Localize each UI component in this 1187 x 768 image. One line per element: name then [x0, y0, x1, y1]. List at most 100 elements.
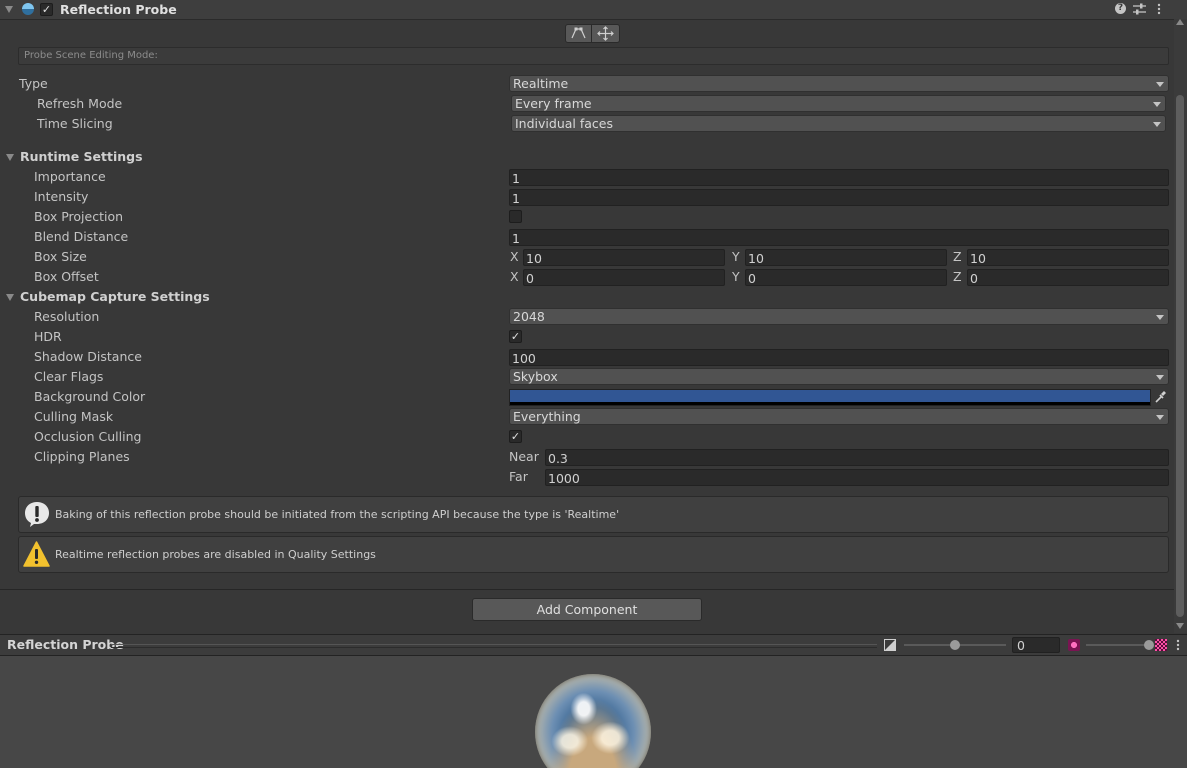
- shadow-distance-label: Shadow Distance: [34, 349, 142, 364]
- preview-header: Reflection Probe 0: [0, 634, 1187, 656]
- cubemap-foldout-arrow-icon[interactable]: [6, 294, 14, 301]
- scrollbar-thumb[interactable]: [1176, 95, 1184, 617]
- box-size-y-field[interactable]: 10: [745, 249, 947, 266]
- component-header: ✓ Reflection Probe ?: [0, 0, 1187, 20]
- divider: [0, 589, 1174, 590]
- preview-drag-line[interactable]: [111, 644, 877, 648]
- clipping-planes-label: Clipping Planes: [34, 449, 130, 464]
- scrollbar[interactable]: [1174, 19, 1187, 633]
- chevron-down-icon: [1156, 375, 1164, 380]
- checkmark-icon: ✓: [41, 3, 52, 16]
- occlusion-culling-checkbox[interactable]: ✓: [509, 430, 522, 443]
- far-field[interactable]: 1000: [545, 469, 1169, 486]
- box-offset-y-field[interactable]: 0: [745, 269, 947, 286]
- box-projection-label: Box Projection: [34, 209, 124, 224]
- box-offset-y-label: Y: [732, 269, 740, 284]
- help-icon[interactable]: ?: [1115, 3, 1126, 14]
- info-icon: [25, 502, 49, 527]
- resolution-value: 2048: [513, 309, 545, 324]
- exposure-slider[interactable]: [904, 639, 1006, 651]
- edit-bounds-button[interactable]: [565, 24, 592, 43]
- box-size-x-label: X: [510, 249, 519, 264]
- exposure-icon[interactable]: [884, 639, 896, 651]
- mip-slider-thumb[interactable]: [1144, 640, 1154, 650]
- blend-distance-label: Blend Distance: [34, 229, 129, 244]
- move-icon: [597, 26, 614, 41]
- info-help-text: Baking of this reflection probe should b…: [55, 508, 620, 521]
- preset-icon[interactable]: [1133, 3, 1146, 15]
- add-component-button[interactable]: Add Component: [472, 598, 702, 621]
- hdr-label: HDR: [34, 329, 62, 344]
- clear-flags-dropdown[interactable]: Skybox: [509, 368, 1169, 385]
- warning-help-text: Realtime reflection probes are disabled …: [55, 548, 376, 561]
- chevron-down-icon: [1156, 315, 1164, 320]
- color-fill: [510, 390, 1150, 402]
- box-size-label: Box Size: [34, 249, 87, 264]
- resolution-dropdown[interactable]: 2048: [509, 308, 1169, 325]
- component-title: Reflection Probe: [60, 2, 177, 17]
- culling-mask-label: Culling Mask: [34, 409, 114, 424]
- type-dropdown[interactable]: Realtime: [509, 75, 1169, 92]
- far-label: Far: [509, 469, 528, 484]
- mip-slider[interactable]: [1086, 639, 1154, 651]
- more-icon[interactable]: [1157, 3, 1161, 15]
- preview-area[interactable]: [0, 656, 1187, 768]
- intensity-field[interactable]: 1: [509, 189, 1169, 206]
- hdr-checkbox[interactable]: ✓: [509, 330, 522, 343]
- resolution-label: Resolution: [34, 309, 100, 324]
- type-value: Realtime: [513, 76, 569, 91]
- reflection-probe-icon: [22, 3, 34, 15]
- box-size-z-field[interactable]: 10: [967, 249, 1169, 266]
- occlusion-culling-label: Occlusion Culling: [34, 429, 142, 444]
- chevron-down-icon: [1153, 122, 1161, 127]
- reflection-sphere-preview: [535, 674, 651, 768]
- box-offset-x-label: X: [510, 269, 519, 284]
- checker-icon[interactable]: [1155, 639, 1167, 651]
- chevron-down-icon: [1153, 102, 1161, 107]
- clear-flags-value: Skybox: [513, 369, 558, 384]
- mip-slider-track: [1086, 644, 1149, 646]
- type-label: Type: [19, 76, 48, 91]
- exposure-slider-thumb[interactable]: [950, 640, 960, 650]
- collapse-arrow-icon[interactable]: [5, 6, 13, 13]
- mip-level-icon[interactable]: [1068, 639, 1080, 651]
- clear-flags-label: Clear Flags: [34, 369, 104, 384]
- near-label: Near: [509, 449, 539, 464]
- cubemap-settings-header[interactable]: Cubemap Capture Settings: [20, 287, 210, 307]
- background-color-swatch[interactable]: [509, 389, 1151, 406]
- scroll-down-arrow-icon[interactable]: [1176, 623, 1184, 629]
- runtime-foldout-arrow-icon[interactable]: [6, 154, 14, 161]
- warning-icon: [23, 541, 50, 567]
- culling-mask-value: Everything: [513, 409, 581, 424]
- exposure-field[interactable]: 0: [1012, 637, 1060, 653]
- eyedropper-icon[interactable]: [1154, 390, 1167, 404]
- culling-mask-dropdown[interactable]: Everything: [509, 408, 1169, 425]
- alpha-bar: [510, 402, 1150, 405]
- time-slicing-dropdown[interactable]: Individual faces: [511, 115, 1166, 132]
- edit-bounds-icon: [571, 27, 586, 39]
- checkmark-icon: ✓: [510, 430, 521, 443]
- box-size-x-field[interactable]: 10: [523, 249, 725, 266]
- importance-field[interactable]: 1: [509, 169, 1169, 186]
- scroll-up-arrow-icon[interactable]: [1176, 19, 1184, 25]
- preview-more-icon[interactable]: [1176, 639, 1180, 651]
- box-size-y-label: Y: [732, 249, 740, 264]
- box-offset-z-field[interactable]: 0: [967, 269, 1169, 286]
- box-offset-x-field[interactable]: 0: [523, 269, 725, 286]
- refresh-mode-dropdown[interactable]: Every frame: [511, 95, 1166, 112]
- edit-origin-button[interactable]: [592, 24, 620, 43]
- intensity-label: Intensity: [34, 189, 89, 204]
- runtime-settings-header[interactable]: Runtime Settings: [20, 147, 143, 167]
- preview-title: Reflection Probe: [7, 637, 124, 652]
- chevron-down-icon: [1156, 82, 1164, 87]
- info-help-box: Baking of this reflection probe should b…: [18, 496, 1169, 533]
- warning-help-box: Realtime reflection probes are disabled …: [18, 536, 1169, 573]
- near-field[interactable]: 0.3: [545, 449, 1169, 466]
- component-enabled-checkbox[interactable]: ✓: [40, 3, 53, 16]
- time-slicing-value: Individual faces: [515, 116, 613, 131]
- edit-mode-label: Probe Scene Editing Mode:: [24, 50, 158, 61]
- edit-mode-toolbar: [565, 24, 621, 43]
- blend-distance-field[interactable]: 1: [509, 229, 1169, 246]
- box-projection-checkbox[interactable]: [509, 210, 522, 223]
- shadow-distance-field[interactable]: 100: [509, 349, 1169, 366]
